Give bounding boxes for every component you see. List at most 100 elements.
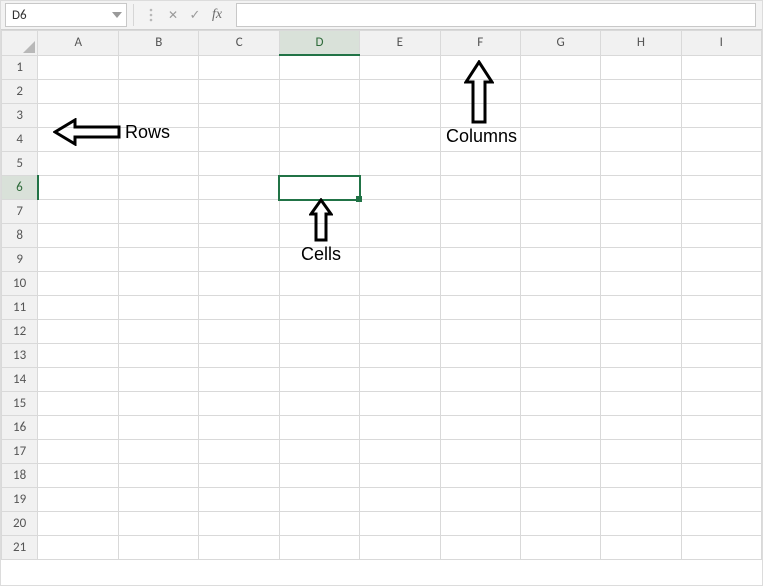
row-header-4[interactable]: 4 [2,128,38,152]
cell-H10[interactable] [601,272,681,296]
cell-F15[interactable] [440,392,520,416]
cell-B8[interactable] [119,224,199,248]
row-header-20[interactable]: 20 [2,512,38,536]
cell-I4[interactable] [681,128,761,152]
cell-B12[interactable] [119,320,199,344]
cell-C21[interactable] [199,536,279,560]
cell-I2[interactable] [681,80,761,104]
cell-H19[interactable] [601,488,681,512]
cell-A12[interactable] [38,320,119,344]
cell-G17[interactable] [520,440,600,464]
cell-A10[interactable] [38,272,119,296]
cell-H13[interactable] [601,344,681,368]
cell-I1[interactable] [681,55,761,80]
cell-E18[interactable] [360,464,440,488]
cell-D4[interactable] [279,128,359,152]
row-header-19[interactable]: 19 [2,488,38,512]
cell-H8[interactable] [601,224,681,248]
cell-H7[interactable] [601,200,681,224]
cell-G10[interactable] [520,272,600,296]
cell-C1[interactable] [199,55,279,80]
cell-E17[interactable] [360,440,440,464]
cell-A11[interactable] [38,296,119,320]
cell-E20[interactable] [360,512,440,536]
cell-F7[interactable] [440,200,520,224]
cell-D12[interactable] [279,320,359,344]
fx-icon[interactable]: fx [206,4,228,26]
cell-E3[interactable] [360,104,440,128]
cell-I9[interactable] [681,248,761,272]
enter-icon[interactable]: ✓ [184,4,206,26]
cell-I3[interactable] [681,104,761,128]
cell-C11[interactable] [199,296,279,320]
cell-G9[interactable] [520,248,600,272]
cell-I17[interactable] [681,440,761,464]
cell-G21[interactable] [520,536,600,560]
formula-input[interactable] [236,3,756,27]
cell-H18[interactable] [601,464,681,488]
cell-F18[interactable] [440,464,520,488]
cell-F21[interactable] [440,536,520,560]
row-header-11[interactable]: 11 [2,296,38,320]
cell-F9[interactable] [440,248,520,272]
cell-I13[interactable] [681,344,761,368]
column-header-C[interactable]: C [199,31,279,56]
cell-F1[interactable] [440,55,520,80]
cell-C10[interactable] [199,272,279,296]
cell-I6[interactable] [681,176,761,200]
cell-F13[interactable] [440,344,520,368]
column-header-G[interactable]: G [520,31,600,56]
cell-G7[interactable] [520,200,600,224]
cell-G11[interactable] [520,296,600,320]
cell-G6[interactable] [520,176,600,200]
cell-E2[interactable] [360,80,440,104]
cell-F11[interactable] [440,296,520,320]
cell-I10[interactable] [681,272,761,296]
cell-B9[interactable] [119,248,199,272]
formula-options-icon[interactable] [140,4,162,26]
cell-H12[interactable] [601,320,681,344]
cell-H14[interactable] [601,368,681,392]
cell-A2[interactable] [38,80,119,104]
cell-D19[interactable] [279,488,359,512]
cell-C2[interactable] [199,80,279,104]
cell-A8[interactable] [38,224,119,248]
cell-H9[interactable] [601,248,681,272]
row-header-9[interactable]: 9 [2,248,38,272]
cell-A7[interactable] [38,200,119,224]
cell-E9[interactable] [360,248,440,272]
cell-B5[interactable] [119,152,199,176]
cell-H20[interactable] [601,512,681,536]
cell-D6[interactable] [279,176,359,200]
cell-B11[interactable] [119,296,199,320]
cell-F17[interactable] [440,440,520,464]
row-header-6[interactable]: 6 [2,176,38,200]
cell-A5[interactable] [38,152,119,176]
cell-E14[interactable] [360,368,440,392]
cell-F3[interactable] [440,104,520,128]
cell-B4[interactable] [119,128,199,152]
cell-D16[interactable] [279,416,359,440]
cell-B2[interactable] [119,80,199,104]
cell-C5[interactable] [199,152,279,176]
cell-C18[interactable] [199,464,279,488]
cell-A19[interactable] [38,488,119,512]
cell-E8[interactable] [360,224,440,248]
cell-E12[interactable] [360,320,440,344]
cell-C14[interactable] [199,368,279,392]
cell-G19[interactable] [520,488,600,512]
cell-B3[interactable] [119,104,199,128]
row-header-12[interactable]: 12 [2,320,38,344]
row-header-10[interactable]: 10 [2,272,38,296]
cell-G8[interactable] [520,224,600,248]
cell-H2[interactable] [601,80,681,104]
select-all-corner[interactable] [2,31,38,56]
cell-D9[interactable] [279,248,359,272]
cell-C9[interactable] [199,248,279,272]
cell-B14[interactable] [119,368,199,392]
row-header-18[interactable]: 18 [2,464,38,488]
cell-B10[interactable] [119,272,199,296]
column-header-B[interactable]: B [119,31,199,56]
cell-I18[interactable] [681,464,761,488]
cell-H16[interactable] [601,416,681,440]
